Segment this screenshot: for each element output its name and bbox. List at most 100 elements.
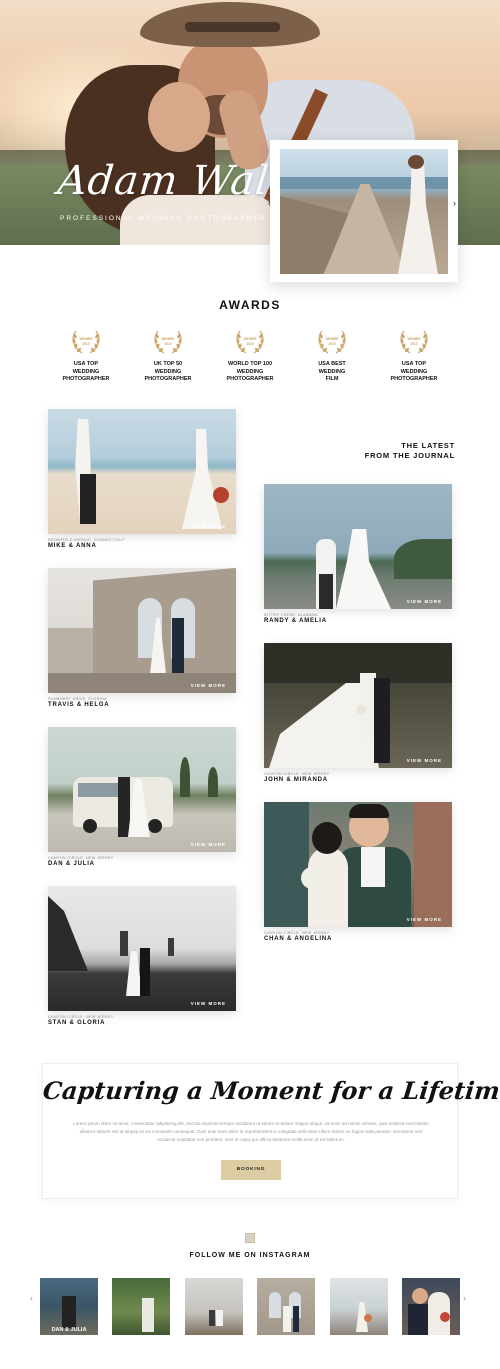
hero-bride-face (148, 82, 210, 152)
slider-photo (280, 149, 448, 274)
award-label-line: USA TOP (401, 361, 427, 367)
svg-text:2019: 2019 (164, 342, 171, 346)
journal-card-photo[interactable]: VIEW MORE (264, 802, 452, 927)
post-location: BROMFIELD AVENUE, CONNECTICUT (48, 538, 125, 542)
journal-heading-line2: FROM THE JOURNAL (364, 451, 455, 460)
award-label-line: WEDDING (400, 368, 428, 375)
laurel-icon: WINNER 2019 (70, 327, 102, 357)
award-label-line: WEDDING (236, 368, 264, 375)
post-title[interactable]: TRAVIS & HELGA (48, 702, 236, 708)
instagram-icon (245, 1233, 255, 1243)
award-item: WINNER 2019 USA TOP WEDDING PHOTOGRAPHER (46, 327, 126, 384)
award-label-line: WEDDING (318, 368, 346, 375)
hero-hat-band (185, 22, 280, 32)
booking-button[interactable]: BOOKING (221, 1160, 281, 1180)
award-label-line: WEDDING (154, 368, 182, 375)
callout-title: Capturing a Moment for a Lifetime (41, 1076, 500, 1105)
post-location: CANYON CIRCLE, NEW JERSEY (264, 931, 330, 935)
award-label-line: PHOTOGRAPHER (62, 376, 110, 382)
awards-heading: AWARDS (219, 298, 281, 312)
callout-body: Lorem ipsum dolor sit amet, consectetur … (73, 1121, 429, 1142)
instagram-thumb[interactable] (185, 1278, 243, 1335)
journal-card-photo[interactable]: VIEW MORE (48, 886, 236, 1011)
hero-slider-card[interactable] (270, 140, 458, 282)
post-location: BITTER CREEK, ALABAMA (264, 613, 318, 617)
laurel-icon: WINNER 2019 (234, 327, 266, 357)
view-more-link[interactable]: VIEW MORE (407, 758, 442, 763)
journal-card[interactable]: VIEW MORE CANYON CIRCLE, NEW JERSEY CHAN… (264, 802, 452, 942)
post-location: CANYON CIRCLE, NEW JERSEY (264, 772, 330, 776)
post-title[interactable]: DAN & JULIA (48, 861, 236, 867)
post-title[interactable]: RANDY & AMELIA (264, 618, 452, 624)
journal-card[interactable]: VIEW MORE SUNBURST DRIVE, FLORIDA TRAVIS… (48, 568, 236, 708)
slider-photo-bride-hair (408, 155, 424, 169)
award-label-line: WORLD TOP 100 (227, 361, 273, 367)
instagram-thumb[interactable] (330, 1278, 388, 1335)
svg-text:WINNER: WINNER (326, 337, 340, 341)
journal-card[interactable]: VIEW MORE CANYON CIRCLE, NEW JERSEY STAN… (48, 886, 236, 1026)
award-label-line: UK TOP 50 (153, 361, 183, 367)
journal-card-photo[interactable]: VIEW MORE (48, 727, 236, 852)
award-item: WINNER 2019 USA TOP WEDDING PHOTOGRAPHER (374, 327, 454, 384)
award-label-line: PHOTOGRAPHER (390, 376, 438, 382)
journal-card[interactable]: VIEW MORE CANYON CIRCLE, NEW JERSEY JOHN… (264, 643, 452, 783)
post-title[interactable]: MIKE & ANNA (48, 543, 236, 549)
slider-prev-icon[interactable]: ‹ (268, 198, 271, 208)
award-label: USA TOP WEDDING PHOTOGRAPHER (374, 361, 454, 384)
laurel-icon: WINNER 2019 (316, 327, 348, 357)
journal-card[interactable]: VIEW MORE BROMFIELD AVENUE, CONNECTICUT … (48, 409, 236, 549)
award-item: WINNER 2019 WORLD TOP 100 WEDDING PHOTOGRAPH… (210, 327, 290, 384)
instagram-thumb-caption: DAN & JULIA (51, 1327, 87, 1333)
view-more-link[interactable]: VIEW MORE (407, 917, 442, 922)
post-location: SUNBURST DRIVE, FLORIDA (48, 697, 107, 701)
journal-card[interactable]: VIEW MORE BITTER CREEK, ALABAMA RANDY & … (264, 484, 452, 624)
svg-text:2019: 2019 (410, 342, 417, 346)
award-item: WINNER 2019 USA BEST WEDDING FILM (292, 327, 372, 384)
instagram-next-icon[interactable]: › (463, 1293, 466, 1303)
journal-card[interactable]: VIEW MORE CANYON CIRCLE, NEW JERSEY DAN … (48, 727, 236, 867)
award-label: UK TOP 50 WEDDING PHOTOGRAPHER (128, 361, 208, 384)
instagram-thumb[interactable] (112, 1278, 170, 1335)
award-label-line: USA TOP (73, 361, 99, 367)
svg-text:WINNER: WINNER (244, 337, 258, 341)
award-item: WINNER 2019 UK TOP 50 WEDDING PHOTOGRAPHER (128, 327, 208, 384)
laurel-icon: WINNER 2019 (398, 327, 430, 357)
journal-card-photo[interactable]: VIEW MORE (264, 643, 452, 768)
instagram-heading: FOLLOW ME ON INSTAGRAM (189, 1252, 311, 1259)
booking-callout: Capturing a Moment for a Lifetime Lorem … (41, 1063, 500, 1199)
site-subtitle: PROFESSIONAL WEDDING PHOTOGRAPHER (60, 215, 267, 222)
post-title[interactable]: STAN & GLORIA (48, 1020, 236, 1026)
post-location: CANYON CIRCLE, NEW JERSEY (48, 856, 114, 860)
slider-next-icon[interactable]: › (453, 198, 456, 208)
svg-text:2019: 2019 (328, 342, 335, 346)
svg-text:2019: 2019 (82, 342, 89, 346)
view-more-link[interactable]: VIEW MORE (191, 683, 226, 688)
instagram-thumb[interactable] (257, 1278, 315, 1335)
award-label-line: PHOTOGRAPHER (144, 376, 192, 382)
award-label-line: WEDDING (72, 368, 100, 375)
award-label-line: PHOTOGRAPHER (226, 376, 274, 382)
post-location: CANYON CIRCLE, NEW JERSEY (48, 1015, 114, 1019)
instagram-prev-icon[interactable]: ‹ (30, 1293, 33, 1303)
view-more-link[interactable]: VIEW MORE (407, 599, 442, 604)
view-more-link[interactable]: VIEW MORE (191, 842, 226, 847)
journal-heading-line1: THE LATEST (401, 441, 455, 450)
award-label: WORLD TOP 100 WEDDING PHOTOGRAPHER (210, 361, 290, 384)
journal-card-photo[interactable]: VIEW MORE (48, 409, 236, 534)
post-title[interactable]: CHAN & ANGELINA (264, 936, 452, 942)
award-label-line: USA BEST (318, 361, 346, 367)
view-more-link[interactable]: VIEW MORE (191, 1001, 226, 1006)
journal-card-photo[interactable]: VIEW MORE (48, 568, 236, 693)
award-label-line: FILM (325, 376, 339, 382)
view-more-link[interactable]: VIEW MORE (191, 524, 226, 529)
svg-text:2019: 2019 (246, 342, 253, 346)
instagram-thumb[interactable] (402, 1278, 460, 1335)
post-title[interactable]: JOHN & MIRANDA (264, 777, 452, 783)
svg-text:WINNER: WINNER (162, 337, 176, 341)
journal-card-photo[interactable]: VIEW MORE (264, 484, 452, 609)
award-label: USA TOP WEDDING PHOTOGRAPHER (46, 361, 126, 384)
svg-text:WINNER: WINNER (408, 337, 422, 341)
svg-text:WINNER: WINNER (80, 337, 94, 341)
laurel-icon: WINNER 2019 (152, 327, 184, 357)
instagram-thumb[interactable]: DAN & JULIA (40, 1278, 98, 1335)
